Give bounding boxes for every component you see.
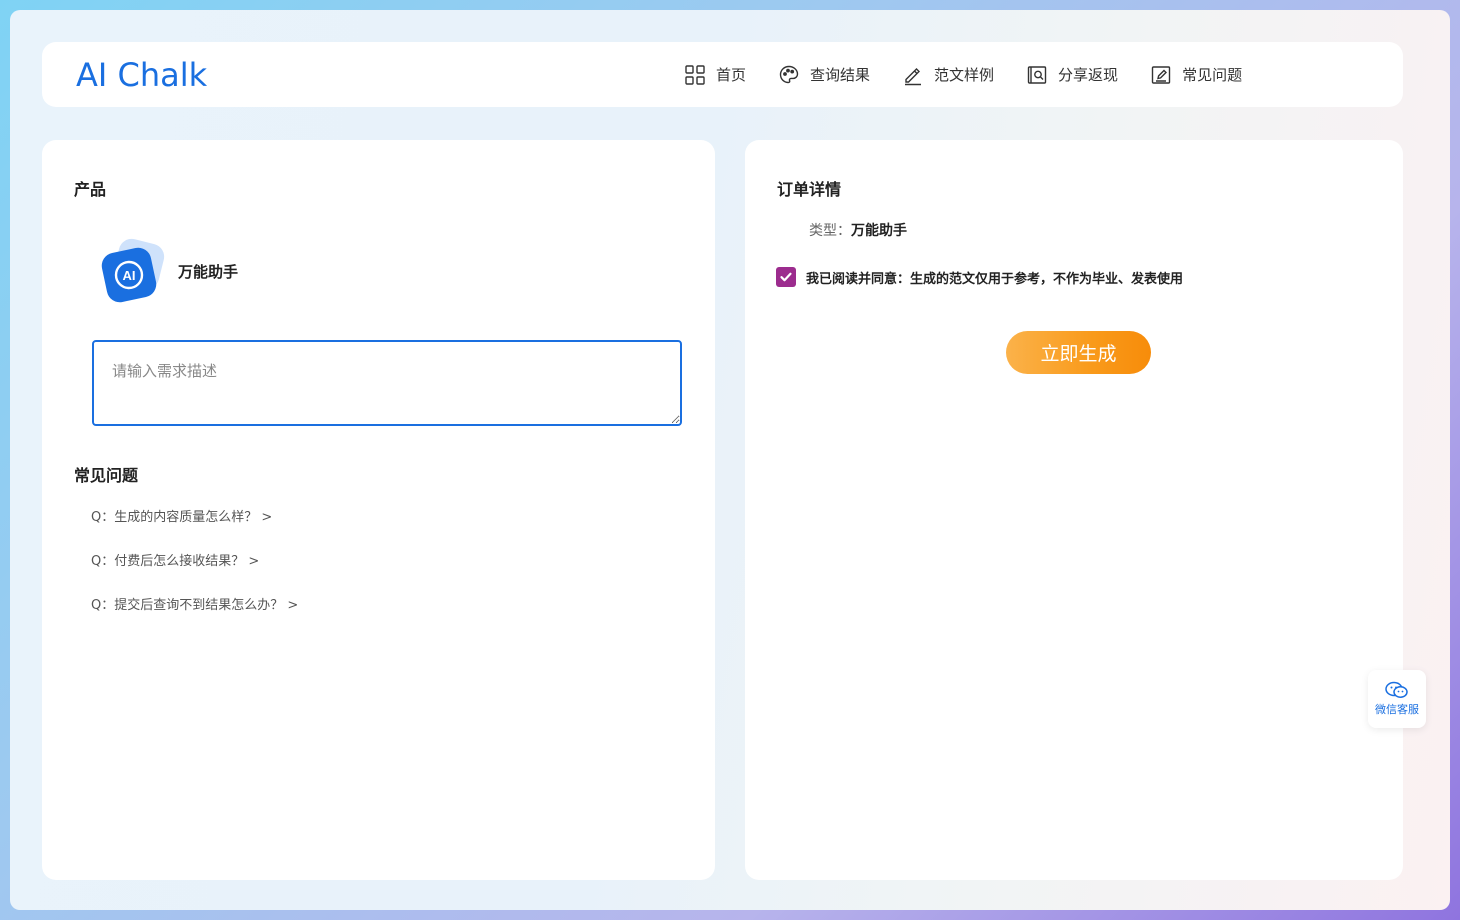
agreement-text: 我已阅读并同意：生成的范文仅用于参考，不作为毕业、发表使用 — [806, 271, 1184, 287]
ai-assistant-icon: AI — [98, 236, 168, 306]
order-type-label: 类型： — [809, 223, 851, 239]
faq-section-title: 常见问题 — [74, 466, 139, 485]
product-section-title: 产品 — [74, 180, 107, 199]
product-icon-text: AI — [123, 268, 136, 283]
faq-item[interactable]: Q：付费后怎么接收结果？ > — [91, 552, 298, 596]
order-type-value: 万能助手 — [851, 223, 907, 239]
nav-item-share-cashback[interactable]: 分享返现 — [1026, 55, 1118, 95]
nav-item-faq[interactable]: 常见问题 — [1150, 55, 1242, 95]
check-icon — [780, 272, 792, 282]
agreement-checkbox[interactable] — [776, 267, 796, 287]
wechat-support-button[interactable]: 微信客服 — [1368, 670, 1426, 728]
nav-label: 首页 — [716, 66, 747, 84]
logo[interactable]: AI Chalk — [76, 56, 207, 94]
order-details-title: 订单详情 — [777, 180, 842, 199]
edit-doc-icon — [1150, 64, 1172, 86]
app-window: AI Chalk 首页 查询结果 范文样例 分享返现 常见问题 产品 AI 万能… — [10, 10, 1450, 910]
top-header: AI Chalk 首页 查询结果 范文样例 分享返现 常见问题 — [42, 42, 1403, 107]
generate-now-button[interactable]: 立即生成 — [1006, 331, 1151, 374]
nav-label: 分享返现 — [1058, 66, 1119, 84]
nav-item-home[interactable]: 首页 — [684, 55, 746, 95]
pencil-icon — [902, 64, 924, 86]
product-option[interactable]: AI 万能助手 — [98, 236, 238, 306]
requirement-description-input[interactable] — [92, 340, 682, 426]
product-panel: 产品 AI 万能助手 常见问题 Q：生成的内容质量怎么样？ > Q：付费后怎么接… — [42, 140, 715, 880]
palette-icon — [778, 64, 800, 86]
faq-item[interactable]: Q：提交后查询不到结果怎么办？ > — [91, 596, 298, 640]
nav-label: 范文样例 — [934, 66, 995, 84]
nav-item-samples[interactable]: 范文样例 — [902, 55, 994, 95]
product-name: 万能助手 — [178, 262, 239, 281]
main-nav: 首页 查询结果 范文样例 分享返现 常见问题 — [684, 42, 1274, 107]
order-type-row: 类型：万能助手 — [809, 220, 907, 240]
agreement-row: 我已阅读并同意：生成的范文仅用于参考，不作为毕业、发表使用 — [776, 267, 1183, 287]
wechat-support-label: 微信客服 — [1375, 703, 1419, 716]
nav-label: 常见问题 — [1182, 66, 1243, 84]
grid-icon — [684, 64, 706, 86]
nav-label: 查询结果 — [810, 66, 871, 84]
wechat-icon — [1385, 681, 1408, 698]
faq-list: Q：生成的内容质量怎么样？ > Q：付费后怎么接收结果？ > Q：提交后查询不到… — [91, 508, 298, 640]
faq-item[interactable]: Q：生成的内容质量怎么样？ > — [91, 508, 298, 552]
nav-item-query-results[interactable]: 查询结果 — [778, 55, 870, 95]
order-details-panel: 订单详情 类型：万能助手 我已阅读并同意：生成的范文仅用于参考，不作为毕业、发表… — [745, 140, 1403, 880]
search-doc-icon — [1026, 64, 1048, 86]
